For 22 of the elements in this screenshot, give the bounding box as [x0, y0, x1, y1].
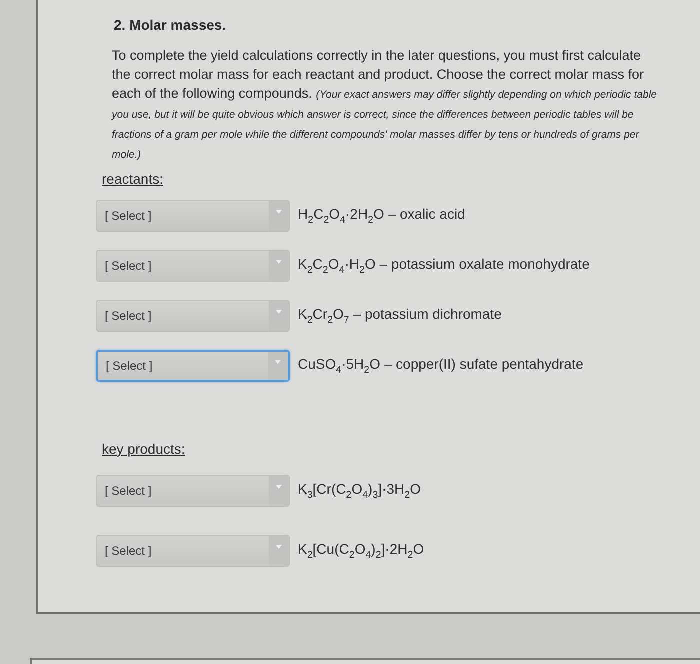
caret-icon	[269, 536, 289, 566]
select-dropdown[interactable]: [ Select ]	[96, 200, 290, 232]
compound-label: K$_{2}$[Cu(C$_{2}$O$_{4}$)$_{2}$]·2H$_{2}$O	[298, 541, 424, 561]
caret-icon	[268, 352, 288, 380]
select-dropdown[interactable]: [ Select ]	[96, 250, 290, 282]
caret-icon	[269, 251, 289, 281]
select-dropdown[interactable]: [ Select ]	[96, 475, 290, 507]
select-dropdown[interactable]: [ Select ]	[96, 535, 290, 567]
caret-icon	[269, 301, 289, 331]
section-heading: key products:	[101, 440, 186, 458]
compound-label: K$_{3}$[Cr(C$_{2}$O$_{4}$)$_{3}$]·3H$_{2}$O	[298, 481, 421, 501]
instructions-text: To complete the yield calculations correctly in the later questions, you must first calculate the correct molar mass for each reactant and product. Choose the correct molar mass for each of the following compounds. (Your exact answers may differ slightly depending on which periodic table you use, but it will be quite obvious which answer is correct, since the differences between periodic tables will be fractions of a gram per mole while the different compounds' molar masses differ by tens or hundreds of grams per mole.)	[112, 47, 658, 163]
compound-label: K$_{2}$Cr$_{2}$O$_{7}$ – potassium dichromate	[298, 306, 502, 326]
select-dropdown[interactable]: [ Select ]	[96, 300, 290, 332]
compound-label: CuSO$_{4}$·5H$_{2}$O – copper(II) sufate pentahydrate	[298, 356, 584, 376]
caret-icon	[269, 476, 289, 506]
question-title: 2. Molar masses.	[113, 16, 228, 34]
select-dropdown[interactable]: [ Select ]	[96, 350, 290, 382]
compound-label: H$_{2}$C$_{2}$O$_{4}$·2H$_{2}$O – oxalic acid	[298, 206, 466, 226]
compound-label: K$_{2}$C$_{2}$O$_{4}$·H$_{2}$O – potassium oxalate monohydrate	[298, 256, 590, 276]
section-heading: reactants:	[101, 170, 164, 188]
caret-icon	[269, 201, 289, 231]
